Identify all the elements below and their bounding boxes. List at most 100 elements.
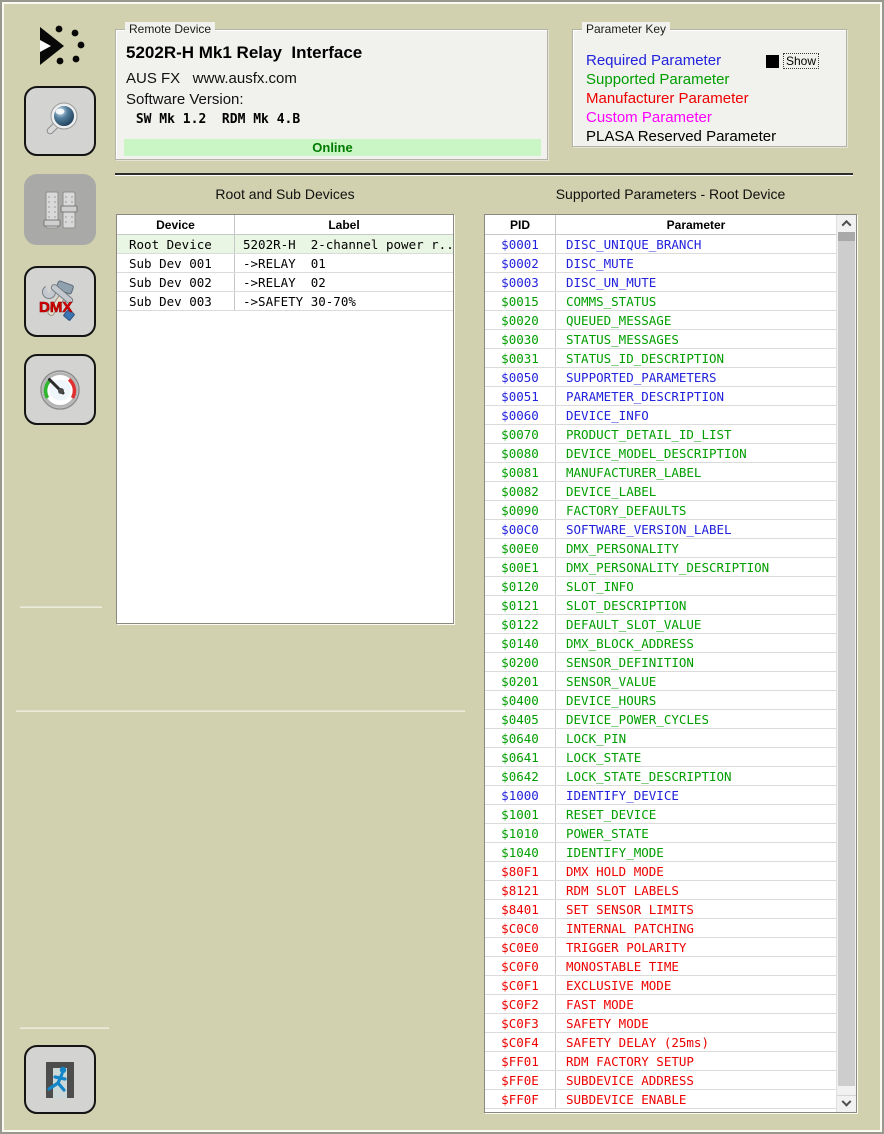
pid-cell: $C0E0: [485, 938, 556, 956]
parameter-row[interactable]: $0031STATUS_ID_DESCRIPTION: [485, 349, 836, 368]
parameter-name-cell: SLOT_INFO: [556, 579, 836, 594]
parameter-key-group: Parameter Key Required ParameterSupporte…: [572, 29, 847, 147]
pid-cell: $1000: [485, 786, 556, 804]
pid-cell: $0050: [485, 368, 556, 386]
parameter-row[interactable]: $C0F4SAFETY DELAY (25ms): [485, 1033, 836, 1052]
pid-cell: $0140: [485, 634, 556, 652]
parameter-row[interactable]: $FF01RDM FACTORY SETUP: [485, 1052, 836, 1071]
parameter-name-cell: SUBDEVICE ADDRESS: [556, 1073, 836, 1088]
parameter-name-cell: DEVICE_HOURS: [556, 693, 836, 708]
parameter-row[interactable]: $0030STATUS_MESSAGES: [485, 330, 836, 349]
parameter-row[interactable]: $0081MANUFACTURER_LABEL: [485, 463, 836, 482]
parameter-name-cell: DEVICE_LABEL: [556, 484, 836, 499]
device-manufacturer-text: AUS FX www.ausfx.com: [126, 70, 297, 87]
scrollbar-thumb[interactable]: [838, 232, 855, 1086]
parameter-row[interactable]: $00E1DMX_PERSONALITY_DESCRIPTION: [485, 558, 836, 577]
parameter-row[interactable]: $0121SLOT_DESCRIPTION: [485, 596, 836, 615]
parameter-row[interactable]: $1010POWER_STATE: [485, 824, 836, 843]
device-row[interactable]: Sub Dev 003->SAFETY 30-70%: [117, 292, 453, 311]
parameter-row[interactable]: $C0F0MONOSTABLE TIME: [485, 957, 836, 976]
software-version-label: Software Version:: [126, 91, 244, 108]
parameter-row[interactable]: $0641LOCK_STATE: [485, 748, 836, 767]
pid-cell: $0405: [485, 710, 556, 728]
parameter-row[interactable]: $0640LOCK_PIN: [485, 729, 836, 748]
parameter-row[interactable]: $0060DEVICE_INFO: [485, 406, 836, 425]
scroll-up-arrow-icon[interactable]: [837, 215, 856, 232]
device-name-cell: Sub Dev 001: [117, 254, 235, 272]
parameter-row[interactable]: $0082DEVICE_LABEL: [485, 482, 836, 501]
parameter-row[interactable]: $0080DEVICE_MODEL_DESCRIPTION: [485, 444, 836, 463]
parameter-name-cell: STATUS_ID_DESCRIPTION: [556, 351, 836, 366]
pid-cell: $00E1: [485, 558, 556, 576]
pid-cell: $0003: [485, 273, 556, 291]
devices-table-body: Root Device5202R-H 2-channel power r...S…: [117, 235, 453, 311]
parameters-col-pid: PID: [485, 215, 556, 234]
parameter-row[interactable]: $0405DEVICE_POWER_CYCLES: [485, 710, 836, 729]
online-status-badge: Online: [124, 139, 541, 156]
discover-button[interactable]: [24, 86, 96, 156]
parameter-row[interactable]: $1001RESET_DEVICE: [485, 805, 836, 824]
pid-cell: $0082: [485, 482, 556, 500]
parameter-row[interactable]: $0200SENSOR_DEFINITION: [485, 653, 836, 672]
parameter-row[interactable]: $0201SENSOR_VALUE: [485, 672, 836, 691]
pid-cell: $1040: [485, 843, 556, 861]
parameter-name-cell: SET SENSOR LIMITS: [556, 902, 836, 917]
parameter-row[interactable]: $0003DISC_UN_MUTE: [485, 273, 836, 292]
pid-cell: $C0C0: [485, 919, 556, 937]
device-row[interactable]: Sub Dev 001->RELAY 01: [117, 254, 453, 273]
parameter-row[interactable]: $0001DISC_UNIQUE_BRANCH: [485, 235, 836, 254]
parameter-row[interactable]: $0140DMX_BLOCK_ADDRESS: [485, 634, 836, 653]
parameter-name-cell: SENSOR_DEFINITION: [556, 655, 836, 670]
device-row[interactable]: Sub Dev 002->RELAY 02: [117, 273, 453, 292]
parameter-row[interactable]: $0090FACTORY_DEFAULTS: [485, 501, 836, 520]
parameter-row[interactable]: $FF0ESUBDEVICE ADDRESS: [485, 1071, 836, 1090]
parameter-row[interactable]: $1000IDENTIFY_DEVICE: [485, 786, 836, 805]
pid-cell: $0002: [485, 254, 556, 272]
parameter-name-cell: SAFETY DELAY (25ms): [556, 1035, 836, 1050]
parameter-row[interactable]: $FF0FSUBDEVICE ENABLE: [485, 1090, 836, 1109]
parameter-name-cell: POWER_STATE: [556, 826, 836, 841]
parameter-name-cell: DISC_UN_MUTE: [556, 275, 836, 290]
pid-cell: $0640: [485, 729, 556, 747]
parameter-name-cell: SUBDEVICE ENABLE: [556, 1092, 836, 1107]
parameter-row[interactable]: $0400DEVICE_HOURS: [485, 691, 836, 710]
parameter-row[interactable]: $C0F1EXCLUSIVE MODE: [485, 976, 836, 995]
device-row[interactable]: Root Device5202R-H 2-channel power r...: [117, 235, 453, 254]
parameter-row[interactable]: $0015COMMS_STATUS: [485, 292, 836, 311]
parameter-row[interactable]: $00E0DMX_PERSONALITY: [485, 539, 836, 558]
parameter-row[interactable]: $80F1DMX HOLD MODE: [485, 862, 836, 881]
parameter-row[interactable]: $0070PRODUCT_DETAIL_ID_LIST: [485, 425, 836, 444]
parameter-row[interactable]: $8401SET SENSOR LIMITS: [485, 900, 836, 919]
parameter-row[interactable]: $0120SLOT_INFO: [485, 577, 836, 596]
show-checkbox-label[interactable]: Show: [783, 53, 819, 69]
parameter-row[interactable]: $0642LOCK_STATE_DESCRIPTION: [485, 767, 836, 786]
dmx-tools-button[interactable]: DMX: [24, 266, 96, 337]
parameter-row[interactable]: $C0E0TRIGGER POLARITY: [485, 938, 836, 957]
parameter-row[interactable]: $0020QUEUED_MESSAGE: [485, 311, 836, 330]
parameter-name-cell: QUEUED_MESSAGE: [556, 313, 836, 328]
parameter-name-cell: LOCK_STATE_DESCRIPTION: [556, 769, 836, 784]
parameter-row[interactable]: $C0F3SAFETY MODE: [485, 1014, 836, 1033]
parameter-name-cell: RDM SLOT LABELS: [556, 883, 836, 898]
parameter-row[interactable]: $00C0SOFTWARE_VERSION_LABEL: [485, 520, 836, 539]
parameter-row[interactable]: $0050SUPPORTED_PARAMETERS: [485, 368, 836, 387]
scroll-down-arrow-icon[interactable]: [837, 1095, 856, 1112]
meter-button[interactable]: [24, 354, 96, 425]
parameter-row[interactable]: $8121RDM SLOT LABELS: [485, 881, 836, 900]
parameter-row[interactable]: $0051PARAMETER_DESCRIPTION: [485, 387, 836, 406]
parameter-row[interactable]: $0002DISC_MUTE: [485, 254, 836, 273]
parameter-row[interactable]: $C0C0INTERNAL PATCHING: [485, 919, 836, 938]
show-checkbox[interactable]: [766, 55, 779, 68]
parameter-row[interactable]: $C0F2FAST MODE: [485, 995, 836, 1014]
parameter-name-cell: FAST MODE: [556, 997, 836, 1012]
devices-col-device: Device: [117, 215, 235, 234]
parameters-table: PID Parameter $0001DISC_UNIQUE_BRANCH$00…: [484, 214, 857, 1113]
parameter-row[interactable]: $0122DEFAULT_SLOT_VALUE: [485, 615, 836, 634]
separator-line: [20, 606, 102, 608]
devices-table-header: Device Label: [117, 215, 453, 235]
parameter-row[interactable]: $1040IDENTIFY_MODE: [485, 843, 836, 862]
exit-button[interactable]: [24, 1045, 96, 1114]
parameters-scrollbar[interactable]: [836, 215, 856, 1112]
device-name-cell: Root Device: [117, 235, 235, 253]
separator-line: [20, 1027, 109, 1029]
